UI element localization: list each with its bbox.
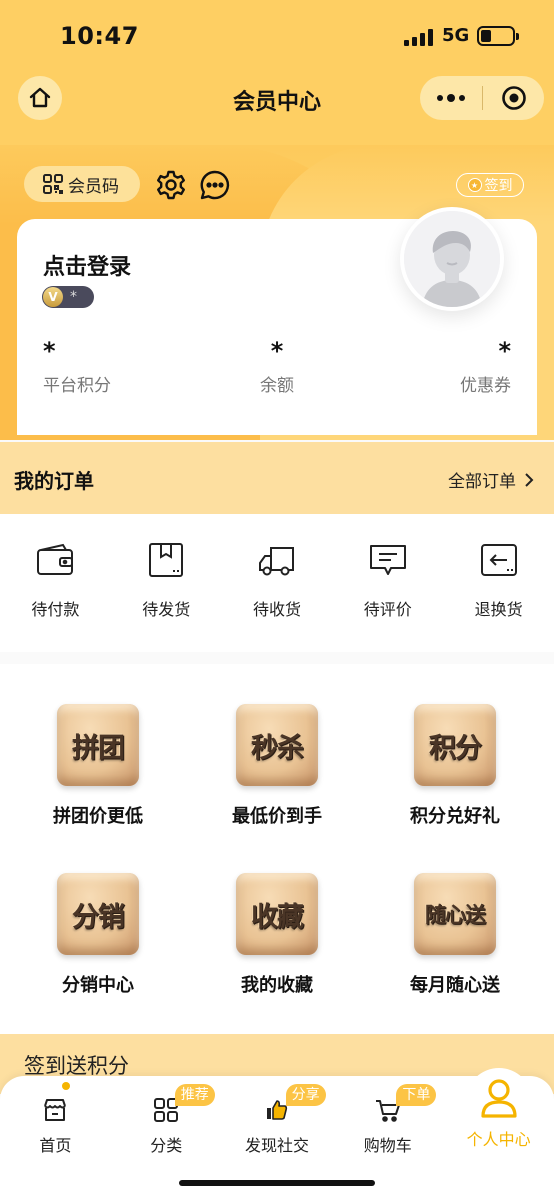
monthly-gift-tile-icon: 随心送 (414, 873, 496, 955)
battery-icon (477, 26, 519, 46)
order-pending-shipment[interactable]: 待发货 (111, 514, 222, 652)
settings-button[interactable] (155, 169, 187, 201)
feature-distribution[interactable]: 分销 分销中心 (8, 873, 188, 997)
stat-points-label: 平台积分 (43, 376, 111, 396)
order-pending-payment[interactable]: 待付款 (0, 514, 111, 652)
group-buy-tile-icon: 拼团 (57, 704, 139, 786)
tab-category[interactable]: 推荐 分类 (111, 1076, 222, 1162)
feature-favorites[interactable]: 收藏 我的收藏 (187, 873, 367, 997)
feature-points-redeem[interactable]: 积分 积分兑好礼 (365, 704, 545, 828)
comment-icon (369, 545, 406, 575)
default-avatar-icon (404, 211, 500, 307)
stat-balance-value: * (270, 337, 284, 365)
orders-title: 我的订单 (14, 469, 94, 493)
feature-label: 拼团价更低 (53, 806, 143, 827)
qr-code-icon (43, 174, 63, 194)
all-orders-label: 全部订单 (448, 472, 516, 492)
truck-icon (258, 547, 294, 576)
checkin-label: 签到 (484, 178, 513, 194)
order-returns[interactable]: 退换货 (443, 514, 554, 652)
feature-group-buy[interactable]: 拼团 拼团价更低 (8, 704, 188, 828)
return-icon (480, 544, 517, 576)
points-tile-icon: 积分 (414, 704, 496, 786)
stat-points[interactable]: * 平台积分 (43, 337, 183, 396)
feature-label: 分销中心 (62, 975, 134, 996)
wallet-icon (37, 543, 74, 575)
all-orders-link[interactable]: 全部订单 (448, 467, 534, 492)
feature-label: 最低价到手 (232, 806, 322, 827)
tab-label: 购物车 (363, 1136, 412, 1155)
network-label: 5G (442, 25, 470, 46)
message-button[interactable] (199, 169, 231, 201)
target-icon (501, 86, 526, 110)
avatar[interactable] (400, 207, 504, 311)
feature-grid: 拼团 拼团价更低 秒杀 最低价到手 积分 积分兑好礼 分销 分销中心 收藏 我的… (0, 664, 554, 1034)
order-pending-receipt[interactable]: 待收货 (222, 514, 333, 652)
tab-badge: 推荐 (174, 1084, 215, 1106)
stat-coupons-value: * (498, 337, 511, 365)
close-miniprogram-button[interactable] (483, 85, 544, 111)
more-button[interactable] (420, 94, 482, 102)
member-code-label: 会员码 (68, 176, 119, 197)
tab-label: 分类 (150, 1136, 183, 1155)
tab-badge: 下单 (396, 1084, 437, 1106)
stat-points-value: * (43, 337, 56, 365)
tab-badge: 分享 (285, 1084, 326, 1106)
order-item-label: 待收货 (252, 600, 301, 619)
home-store-icon (44, 1099, 67, 1121)
favorites-tile-icon: 收藏 (236, 873, 318, 955)
gear-icon (157, 170, 185, 200)
stat-balance[interactable]: * 余额 (207, 337, 347, 396)
status-bar: 10:47 5G (0, 0, 554, 72)
order-item-label: 待评价 (363, 600, 412, 619)
more-dots-icon (437, 95, 443, 101)
nav-bar: 会员中心 (0, 72, 554, 128)
coin-icon: ★ (467, 178, 482, 192)
distribution-tile-icon: 分销 (57, 873, 139, 955)
chevron-right-icon (525, 472, 534, 487)
stat-coupons-label: 优惠券 (460, 376, 511, 396)
member-level-badge: V * (42, 286, 94, 308)
stat-coupons[interactable]: * 优惠券 (371, 337, 511, 396)
profile-card: 点击登录 V * * 平台积分 * 余额 * 优惠券 (17, 207, 537, 435)
feature-label: 积分兑好礼 (410, 806, 500, 827)
chat-bubble-icon (200, 170, 230, 200)
orders-row: 待付款 待发货 待收货 待评价 退换货 (0, 514, 554, 652)
vip-icon: V (43, 287, 63, 307)
order-pending-review[interactable]: 待评价 (332, 514, 443, 652)
notification-dot (62, 1082, 70, 1090)
feature-monthly-gift[interactable]: 随心送 每月随心送 (365, 873, 545, 997)
order-item-label: 退换货 (474, 600, 523, 619)
tab-label: 个人中心 (466, 1130, 531, 1149)
signal-icon (404, 28, 434, 46)
member-code-button[interactable]: 会员码 (24, 166, 140, 202)
feature-label: 每月随心送 (410, 975, 500, 996)
feature-label: 我的收藏 (241, 975, 313, 996)
box-icon (149, 543, 184, 577)
stat-balance-label: 余额 (260, 376, 294, 396)
feature-flash-sale[interactable]: 秒杀 最低价到手 (187, 704, 367, 828)
order-item-label: 待付款 (31, 600, 80, 619)
tab-profile[interactable]: 个人中心 (443, 1076, 554, 1162)
tab-discover[interactable]: 分享 发现社交 (222, 1076, 333, 1162)
status-time: 10:47 (60, 22, 139, 50)
person-icon (480, 1079, 517, 1118)
checkin-button[interactable]: ★ 签到 (456, 173, 524, 197)
orders-header: 我的订单 全部订单 (0, 442, 554, 514)
flash-sale-tile-icon: 秒杀 (236, 704, 318, 786)
login-link[interactable]: 点击登录 (43, 249, 131, 281)
tab-cart[interactable]: 下单 购物车 (332, 1076, 443, 1162)
tab-home[interactable]: 首页 (0, 1076, 111, 1162)
home-indicator (179, 1180, 375, 1186)
level-value: * (70, 289, 77, 305)
miniprogram-capsule (420, 76, 544, 120)
order-item-label: 待发货 (142, 600, 191, 619)
tab-label: 首页 (39, 1136, 72, 1155)
tab-label: 发现社交 (244, 1136, 309, 1155)
